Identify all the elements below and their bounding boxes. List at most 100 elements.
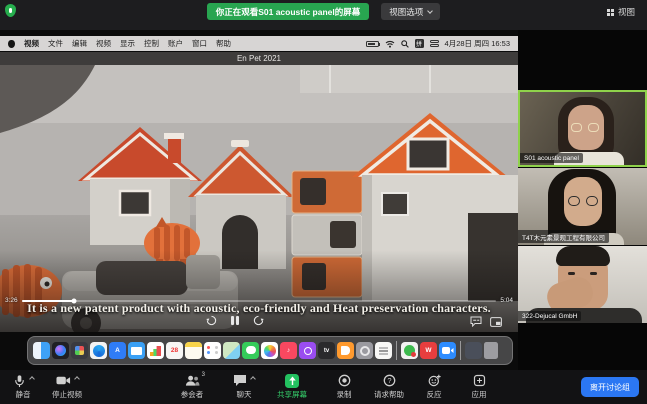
chat-button[interactable]: 聊天 [229,374,259,400]
svg-text:?: ? [387,376,391,385]
mute-button[interactable]: 静音 [8,374,38,400]
mail-icon [128,342,145,359]
mute-options-caret[interactable] [29,376,35,382]
chat-options-caret[interactable] [250,376,256,382]
participant-video-2[interactable]: T4T木元素景观工程有限公司 [518,168,647,245]
seek-bar-knob [71,298,76,303]
launchpad-icon [71,342,88,359]
menu-account: 账户 [168,38,183,49]
maps-icon [223,342,240,359]
reactions-smiley-icon [428,374,441,387]
music-icon: ♪ [280,342,297,359]
pause-icon [231,316,239,325]
view-label: 视图 [618,6,635,18]
watching-screen-banner: 你正在观看S01 acoustic panel的屏幕 [207,3,370,20]
notes-icon [185,342,202,359]
control-center-icon [430,40,439,47]
menu-control: 控制 [144,38,159,49]
camera-icon [56,374,71,387]
battery-icon [366,41,379,47]
browser-icon [401,342,418,359]
system-preferences-icon [356,342,373,359]
input-method-icon: 拼 [415,39,424,48]
record-icon [338,374,351,387]
chat-bubble-icon [233,374,247,387]
apps-button[interactable]: 应用 [464,374,494,400]
wps-icon: W [420,342,437,359]
zoom-meeting-window: 你正在观看S01 acoustic panel的屏幕 视图选项 视图 视频 文件… [0,0,647,404]
menu-window: 窗口 [192,38,207,49]
wechat-icon [242,342,259,359]
menu-video: 视频 [96,38,111,49]
menu-edit: 编辑 [72,38,87,49]
trash-icon [484,342,498,359]
podcasts-icon [299,342,316,359]
dock-separator [460,341,461,360]
mac-menubar: 视频 文件 编辑 视频 显示 控制 账户 窗口 帮助 拼 4月28日 周四 16… [0,36,518,51]
apple-tv-icon: tv [318,342,335,359]
duration-time: 5:04 [500,297,513,304]
menu-help: 帮助 [216,38,231,49]
help-icon: ? [383,374,396,387]
downloads-folder-icon [465,342,482,359]
calendar-icon: 28 [166,342,183,359]
leave-breakout-button[interactable]: 离开讨论组 [581,377,639,397]
elapsed-time: 3:26 [5,297,18,304]
chevron-down-icon [427,8,433,14]
spotlight-icon [401,40,409,48]
rewind-icon [206,315,217,326]
ask-for-help-button[interactable]: ? 请求帮助 [374,374,404,400]
safari-icon [90,342,107,359]
photos-icon [261,342,278,359]
reactions-button[interactable]: 反应 [419,374,449,400]
stop-video-button[interactable]: 停止视频 [52,374,82,400]
books-icon [337,342,354,359]
participant-name: 322-Dejucal GmbH [518,311,581,321]
share-screen-icon [285,374,299,388]
view-options-button[interactable]: 视图选项 [381,3,440,20]
participant-name: T4T木元素景观工程有限公司 [518,230,609,243]
view-button[interactable]: 视图 [601,5,641,19]
apple-logo-icon [8,40,15,48]
menubar-clock: 4月28日 周四 16:53 [445,38,510,49]
video-options-caret[interactable] [74,376,80,382]
share-screen-button[interactable]: 共享屏幕 [277,374,307,400]
view-options-label: 视图选项 [389,6,423,18]
textedit-icon [375,342,392,359]
dock: A 28 ♪ tv W [27,336,513,365]
record-button[interactable]: 录制 [329,374,359,400]
app-store-icon: A [109,342,126,359]
reminders-icon [204,342,221,359]
menu-view: 显示 [120,38,135,49]
zoom-app-icon [439,342,456,359]
participants-count-badge: 3 [202,372,205,378]
siri-icon [52,342,69,359]
participants-button[interactable]: 3 参会者 [177,374,207,400]
participants-icon [185,374,200,387]
dock-separator [396,341,397,360]
grid-view-icon [607,9,614,16]
participants-strip: S01 acoustic panel T4T木元素景观工程有限公司 322-De… [518,30,647,370]
microphone-icon [13,374,26,388]
meeting-topbar: 你正在观看S01 acoustic panel的屏幕 视图选项 视图 [0,0,647,30]
caption-bubble-icon [470,316,482,327]
participant-name: S01 acoustic panel [520,153,583,163]
shared-screen: 视频 文件 编辑 视频 显示 控制 账户 窗口 帮助 拼 4月28日 周四 16… [0,30,518,370]
pip-icon [490,317,502,327]
video-player-window: En Pet 2021 [0,52,518,332]
video-scene [0,65,518,332]
participant-video-1[interactable]: S01 acoustic panel [518,90,647,167]
finder-icon [33,342,50,359]
stocks-chart-icon [147,342,164,359]
participant-video-3[interactable]: 322-Dejucal GmbH [518,246,647,323]
video-title: En Pet 2021 [0,52,518,65]
seek-bar-played [22,300,74,302]
wifi-icon [385,40,395,48]
meeting-toolbar: 静音 停止视频 3 参会者 [0,370,647,404]
apps-icon [473,374,486,387]
seek-bar [22,300,497,302]
participant-3-hair [556,246,610,266]
menu-app: 视频 [24,38,39,49]
menu-file: 文件 [48,38,63,49]
forward-icon [253,315,264,326]
